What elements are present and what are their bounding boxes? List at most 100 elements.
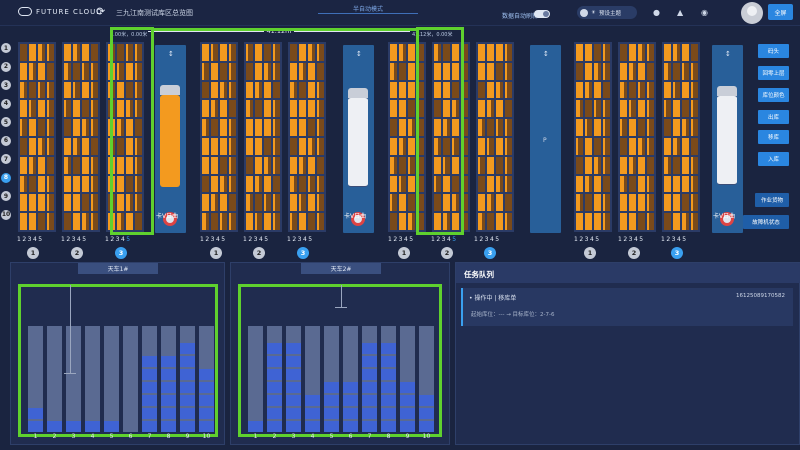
storage-slot[interactable] — [664, 81, 671, 99]
storage-slot[interactable] — [220, 213, 227, 230]
storage-slot[interactable] — [452, 213, 459, 230]
storage-slot[interactable] — [20, 44, 27, 61]
crane-slot-filled[interactable] — [324, 421, 339, 432]
crane-slot-filled[interactable] — [180, 356, 195, 367]
storage-slot[interactable] — [29, 100, 36, 118]
storage-slot[interactable] — [264, 194, 271, 212]
truck[interactable] — [348, 88, 368, 187]
crane-slot-filled[interactable] — [286, 421, 301, 432]
crane-slot-filled[interactable] — [161, 395, 176, 406]
storage-slot[interactable] — [638, 175, 645, 193]
storage-slot[interactable] — [20, 156, 27, 174]
crane-slot-filled[interactable] — [180, 395, 195, 406]
storage-slot[interactable] — [434, 62, 441, 80]
storage-slot[interactable] — [691, 156, 698, 174]
storage-slot[interactable] — [135, 175, 142, 193]
storage-slot[interactable] — [638, 62, 645, 80]
crane-slot-filled[interactable] — [362, 382, 377, 393]
storage-slot[interactable] — [576, 137, 583, 155]
crane-slot-filled[interactable] — [324, 382, 339, 393]
storage-slot[interactable] — [585, 100, 592, 118]
storage-slot[interactable] — [443, 194, 450, 212]
group-circle[interactable]: 1 — [210, 247, 222, 259]
storage-slot[interactable] — [417, 175, 424, 193]
storage-slot[interactable] — [647, 100, 654, 118]
storage-slot[interactable] — [82, 137, 89, 155]
crane1-tab[interactable]: 天车1# — [78, 263, 158, 274]
storage-slot[interactable] — [452, 119, 459, 136]
storage-slot[interactable] — [38, 194, 45, 212]
storage-slot[interactable] — [603, 213, 610, 230]
storage-slot[interactable] — [308, 175, 315, 193]
storage-slot[interactable] — [443, 62, 450, 80]
storage-slot[interactable] — [82, 100, 89, 118]
storage-slot[interactable] — [576, 81, 583, 99]
storage-slot[interactable] — [317, 194, 324, 212]
storage-slot[interactable] — [585, 119, 592, 136]
storage-slot[interactable] — [308, 156, 315, 174]
storage-slot[interactable] — [211, 44, 218, 61]
storage-slot[interactable] — [117, 194, 124, 212]
storage-slot[interactable] — [664, 213, 671, 230]
storage-slot[interactable] — [452, 137, 459, 155]
crane-slot-filled[interactable] — [362, 343, 377, 354]
storage-slot[interactable] — [620, 119, 627, 136]
storage-slot[interactable] — [229, 175, 236, 193]
storage-slot[interactable] — [691, 100, 698, 118]
storage-slot[interactable] — [47, 62, 54, 80]
crane-slot-filled[interactable] — [267, 395, 282, 406]
storage-slot[interactable] — [408, 44, 415, 61]
storage-slot[interactable] — [603, 44, 610, 61]
storage-slot[interactable] — [117, 175, 124, 193]
storage-slot[interactable] — [290, 137, 297, 155]
storage-slot[interactable] — [38, 137, 45, 155]
storage-slot[interactable] — [390, 81, 397, 99]
storage-slot[interactable] — [673, 156, 680, 174]
storage-slot[interactable] — [38, 213, 45, 230]
group-circle[interactable]: 2 — [253, 247, 265, 259]
storage-slot[interactable] — [255, 81, 262, 99]
storage-slot[interactable] — [399, 44, 406, 61]
storage-slot[interactable] — [691, 175, 698, 193]
storage-slot[interactable] — [434, 119, 441, 136]
storage-slot[interactable] — [408, 194, 415, 212]
storage-slot[interactable] — [91, 81, 98, 99]
storage-slot[interactable] — [505, 213, 512, 230]
storage-slot[interactable] — [390, 44, 397, 61]
group-circle[interactable]: 3 — [671, 247, 683, 259]
storage-slot[interactable] — [638, 194, 645, 212]
crane-slot-filled[interactable] — [161, 421, 176, 432]
warning-icon[interactable]: ▲ — [677, 8, 683, 17]
storage-slot[interactable] — [461, 44, 468, 61]
storage-slot[interactable] — [629, 194, 636, 212]
crane-slot-filled[interactable] — [400, 421, 415, 432]
storage-slot[interactable] — [290, 213, 297, 230]
crane-slot-filled[interactable] — [104, 421, 119, 432]
storage-slot[interactable] — [273, 156, 280, 174]
storage-slot[interactable] — [202, 44, 209, 61]
storage-slot[interactable] — [478, 194, 485, 212]
side-button[interactable]: 移库 — [758, 130, 789, 144]
storage-slot[interactable] — [629, 137, 636, 155]
storage-slot[interactable] — [594, 175, 601, 193]
storage-slot[interactable] — [603, 156, 610, 174]
storage-slot[interactable] — [505, 175, 512, 193]
storage-slot[interactable] — [126, 119, 133, 136]
crane-slot-filled[interactable] — [267, 408, 282, 419]
storage-slot[interactable] — [461, 213, 468, 230]
storage-slot[interactable] — [317, 44, 324, 61]
storage-slot[interactable] — [603, 81, 610, 99]
storage-slot[interactable] — [620, 213, 627, 230]
storage-slot[interactable] — [461, 100, 468, 118]
crane-slot-filled[interactable] — [199, 382, 214, 393]
storage-slot[interactable] — [647, 194, 654, 212]
storage-slot[interactable] — [638, 100, 645, 118]
storage-slot[interactable] — [620, 137, 627, 155]
storage-slot[interactable] — [211, 137, 218, 155]
storage-slot[interactable] — [594, 194, 601, 212]
storage-slot[interactable] — [64, 119, 71, 136]
storage-slot[interactable] — [299, 62, 306, 80]
storage-slot[interactable] — [117, 44, 124, 61]
storage-slot[interactable] — [82, 44, 89, 61]
storage-slot[interactable] — [246, 44, 253, 61]
